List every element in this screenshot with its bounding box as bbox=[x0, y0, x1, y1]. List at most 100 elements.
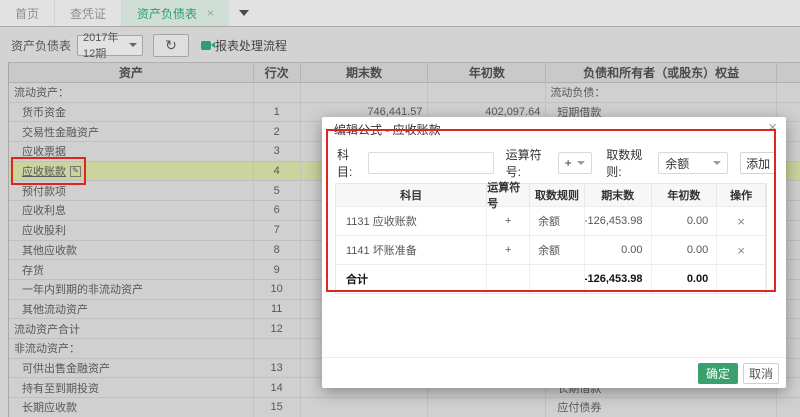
formula-operator-cell: + bbox=[487, 207, 530, 235]
chevron-down-icon bbox=[713, 161, 721, 165]
asset-cell: 应收票据 bbox=[9, 142, 254, 161]
formula-operator-cell bbox=[487, 265, 530, 293]
cancel-button[interactable]: 取消 bbox=[743, 363, 779, 384]
asset-cell: 其他流动资产 bbox=[9, 300, 254, 319]
tab-balance-sheet[interactable]: 资产负债表 × bbox=[122, 0, 229, 26]
rule-select-value: 余额 bbox=[665, 155, 689, 172]
table-row[interactable]: 长期应收款15 应付债券 bbox=[9, 398, 800, 417]
asset-cell: 持有至到期投资 bbox=[9, 378, 254, 397]
formula-ending-cell: 0.00 bbox=[585, 236, 652, 264]
row-number-cell bbox=[254, 83, 301, 102]
asset-cell: 应收股利 bbox=[9, 221, 254, 240]
header-assets: 资产 bbox=[9, 63, 254, 82]
asset-cell: 其他应收款 bbox=[9, 241, 254, 260]
formula-action-cell: × bbox=[717, 207, 766, 235]
edit-formula-modal: 编辑公式 - 应收账款 × 科目: 运算符号: + 取数规则: 余额 添加 科目… bbox=[322, 117, 786, 388]
asset-cell: 存货 bbox=[9, 260, 254, 279]
row-number-cell bbox=[254, 339, 301, 358]
formula-action-cell bbox=[717, 265, 766, 293]
tab-list-dropdown-button[interactable] bbox=[229, 0, 259, 26]
subject-label: 科目: bbox=[337, 146, 363, 180]
row-number-cell: 6 bbox=[254, 201, 301, 220]
fh-ending: 期末数 bbox=[585, 184, 652, 206]
tab-home[interactable]: 首页 bbox=[0, 0, 55, 26]
asset-cell: 应收利息 bbox=[9, 201, 254, 220]
rule-label: 取数规则: bbox=[606, 146, 654, 180]
header-extra bbox=[777, 63, 800, 82]
asset-cell: 非流动资产： bbox=[9, 339, 254, 358]
asset-cell: 流动资产： bbox=[9, 83, 254, 102]
header-ending-balance: 期末数 bbox=[301, 63, 429, 82]
tab-voucher-label: 查凭证 bbox=[70, 5, 106, 22]
row-number-cell: 2 bbox=[254, 122, 301, 141]
header-beginning-balance: 年初数 bbox=[428, 63, 546, 82]
period-select[interactable]: 2017年12期 bbox=[77, 35, 143, 56]
row-number-cell: 12 bbox=[254, 319, 301, 338]
beginning-balance-cell bbox=[428, 398, 546, 417]
subject-input[interactable] bbox=[368, 152, 494, 174]
operator-label: 运算符号: bbox=[506, 146, 554, 180]
formula-rule-cell: 余额 bbox=[530, 207, 585, 235]
fh-action: 操作 bbox=[717, 184, 766, 206]
table-row[interactable]: 流动资产： 流动负债： bbox=[9, 83, 800, 103]
row-number-cell: 13 bbox=[254, 359, 301, 378]
report-process-label: 报表处理流程 bbox=[215, 37, 287, 54]
liability-cell: 应付债券 bbox=[546, 398, 777, 417]
asset-cell: 长期应收款 bbox=[9, 398, 254, 417]
formula-subject-cell: 合计 bbox=[336, 265, 487, 293]
chevron-down-icon bbox=[239, 10, 249, 16]
formula-ending-cell: -126,453.98 bbox=[585, 265, 652, 293]
report-process-link[interactable]: 报表处理流程 bbox=[201, 37, 287, 54]
formula-beginning-cell: 0.00 bbox=[652, 236, 718, 264]
formula-operator-cell: + bbox=[487, 236, 530, 264]
edit-formula-icon[interactable]: ✎ bbox=[70, 166, 81, 177]
asset-name[interactable]: 应收账款 bbox=[22, 163, 66, 179]
fh-rule: 取数规则 bbox=[530, 184, 585, 206]
formula-subject-cell: 1141 坏账准备 bbox=[336, 236, 487, 264]
asset-cell: 交易性金融资产 bbox=[9, 122, 254, 141]
asset-cell: 预付款项 bbox=[9, 181, 254, 200]
formula-ending-cell: -126,453.98 bbox=[585, 207, 652, 235]
row-number-cell: 15 bbox=[254, 398, 301, 417]
asset-cell: 可供出售金融资产 bbox=[9, 359, 254, 378]
row-number-cell: 5 bbox=[254, 181, 301, 200]
table-header-row: 资产 行次 期末数 年初数 负债和所有者（或股东）权益 bbox=[9, 62, 800, 83]
asset-cell: 货币资金 bbox=[9, 103, 254, 122]
delete-row-icon[interactable]: × bbox=[737, 214, 745, 229]
tab-close-icon[interactable]: × bbox=[207, 7, 214, 19]
formula-beginning-cell: 0.00 bbox=[652, 265, 718, 293]
liability-cell: 流动负债： bbox=[546, 83, 777, 102]
row-number-cell: 3 bbox=[254, 142, 301, 161]
formula-action-cell: × bbox=[717, 236, 766, 264]
operator-select[interactable]: + bbox=[558, 152, 593, 174]
modal-close-icon[interactable]: × bbox=[768, 119, 777, 137]
chevron-down-icon bbox=[129, 43, 137, 47]
beginning-balance-cell bbox=[428, 83, 546, 102]
fh-beginning: 年初数 bbox=[652, 184, 718, 206]
formula-table: 科目 运算符号 取数规则 期末数 年初数 操作 1131 应收账款+余额-126… bbox=[335, 183, 767, 294]
report-name-label: 资产负债表 bbox=[11, 37, 71, 54]
ending-balance-cell bbox=[301, 83, 429, 102]
add-button[interactable]: 添加 bbox=[740, 152, 776, 174]
formula-table-header: 科目 运算符号 取数规则 期末数 年初数 操作 bbox=[336, 184, 766, 206]
tab-voucher[interactable]: 查凭证 bbox=[55, 0, 122, 26]
row-number-cell: 9 bbox=[254, 260, 301, 279]
ending-balance-cell bbox=[301, 398, 429, 417]
tab-balance-sheet-label: 资产负债表 bbox=[137, 5, 197, 22]
formula-subject-cell: 1131 应收账款 bbox=[336, 207, 487, 235]
app-window: 首页 查凭证 资产负债表 × 资产负债表 2017年12期 ↻ 报表处理流程 资… bbox=[0, 0, 800, 417]
delete-row-icon[interactable]: × bbox=[737, 243, 745, 258]
fh-operator: 运算符号 bbox=[487, 184, 530, 206]
modal-title: 编辑公式 - 应收账款 bbox=[334, 121, 441, 138]
refresh-button[interactable]: ↻ bbox=[153, 34, 189, 57]
asset-cell: 应收账款 ✎ bbox=[9, 162, 254, 181]
extra-cell bbox=[777, 398, 800, 417]
confirm-button[interactable]: 确定 bbox=[698, 363, 738, 384]
process-flow-icon bbox=[201, 41, 211, 50]
toolbar: 资产负债表 2017年12期 ↻ 报表处理流程 bbox=[0, 28, 800, 62]
formula-rule-cell: 余额 bbox=[530, 236, 585, 264]
fh-subject: 科目 bbox=[336, 184, 487, 206]
formula-row: 1141 坏账准备+余额0.000.00× bbox=[336, 235, 766, 264]
rule-select[interactable]: 余额 bbox=[658, 152, 728, 174]
formula-beginning-cell: 0.00 bbox=[652, 207, 718, 235]
